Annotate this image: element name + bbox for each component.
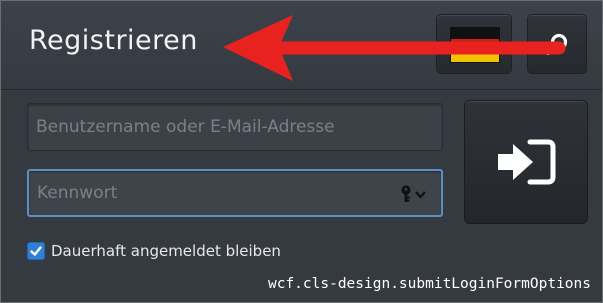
remember-me-label: Dauerhaft angemeldet bleiben [51,242,281,260]
sign-in-icon [498,139,556,185]
password-input[interactable] [29,171,441,215]
key-dropdown-icon[interactable] [399,185,429,203]
login-submit-button[interactable] [464,100,588,224]
username-field-wrapper [27,103,443,151]
register-link[interactable]: Registrieren [29,25,198,56]
username-input[interactable] [28,104,442,150]
remember-me-checkbox[interactable] [27,242,45,260]
login-dropdown: Registrieren Benutzername oder E-Mail-Ad… [0,0,603,303]
checkmark-icon [30,246,42,256]
language-button[interactable] [436,14,512,74]
tooltip-text: wcf.cls-design.submitLoginFormOptions [267,276,591,292]
search-icon [546,33,568,55]
remember-me-row[interactable]: Dauerhaft angemeldet bleiben [27,240,281,262]
dropdown-header: Registrieren [1,1,602,90]
search-button[interactable] [527,14,587,74]
password-field-wrapper [27,169,443,217]
germany-flag-icon [450,27,500,63]
login-form: Dauerhaft angemeldet bleiben wcf.cls-des… [1,90,602,302]
